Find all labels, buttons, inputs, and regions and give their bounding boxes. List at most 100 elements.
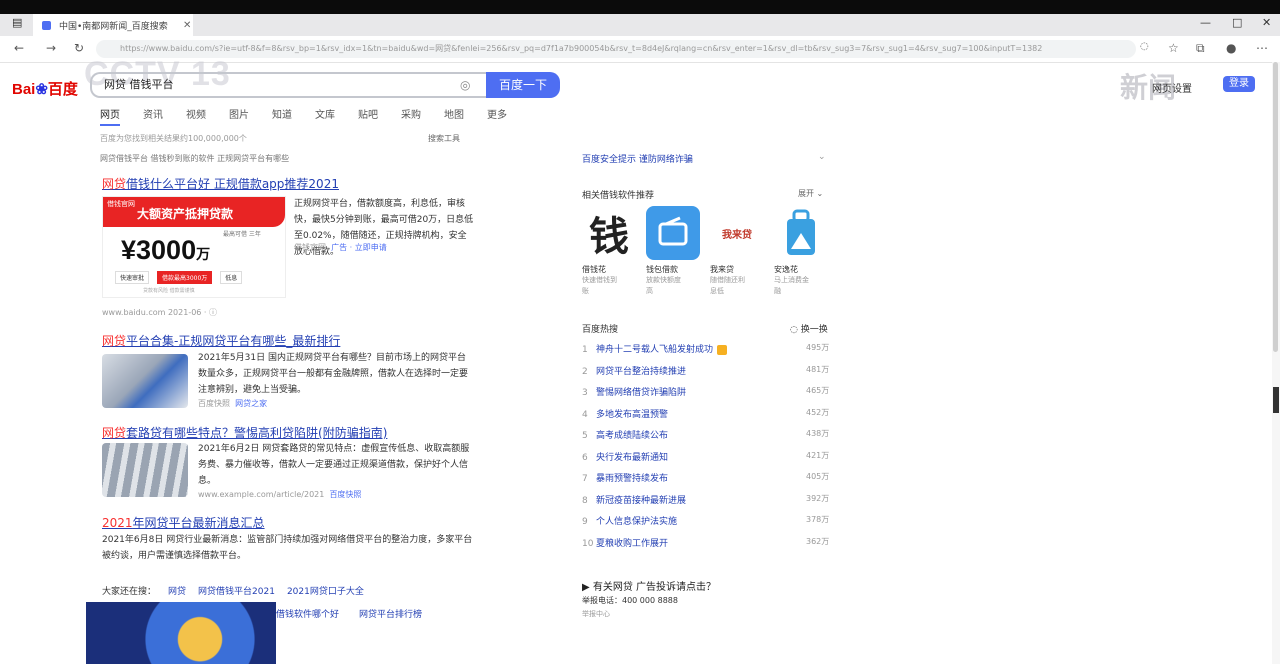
hot-text[interactable]: 新冠疫苗接种最新进展: [596, 496, 686, 506]
close-window-icon[interactable]: ✕: [1262, 16, 1271, 29]
hot-search-item[interactable]: 4 多地发布高温预警: [582, 407, 668, 420]
apps-heading: 相关借钱软件推荐: [582, 191, 655, 201]
tab-news[interactable]: 资讯: [143, 106, 163, 126]
search-tools-button[interactable]: 搜索工具: [428, 133, 460, 144]
feedback-small[interactable]: 举报中心: [582, 609, 610, 619]
result-meta: www.example.com/article/2021 百度快照: [198, 490, 362, 499]
feedback-title[interactable]: ▶ 有关网贷 广告投诉请点击？: [582, 578, 716, 593]
tab-images[interactable]: 图片: [229, 106, 249, 126]
tab-caigou[interactable]: 采购: [401, 106, 421, 126]
hot-text[interactable]: 夏粮收购工作展开: [596, 539, 668, 549]
security-notice[interactable]: 百度安全提示 谨防网络诈骗: [582, 152, 693, 165]
hot-text[interactable]: 高考成绩陆续公布: [596, 431, 668, 441]
hot-text[interactable]: 暴雨预警持续发布: [596, 474, 668, 484]
scrollbar-marker: [1273, 387, 1279, 413]
forward-icon[interactable]: →: [46, 41, 56, 55]
app-card[interactable]: 钱包借款 放款快额度 高: [646, 206, 700, 297]
search-subnav: 网页 资讯 视频 图片 知道 文库 贴吧 采购 地图 更多: [100, 106, 507, 126]
chevron-down-icon[interactable]: ⌄: [818, 152, 826, 162]
tab-more[interactable]: 更多: [487, 106, 507, 126]
maximize-icon[interactable]: □: [1232, 16, 1242, 29]
app-name: 我来贷: [710, 265, 734, 274]
related-search-item[interactable]: 2021网贷口子大全: [287, 584, 364, 597]
related-search-item[interactable]: 网贷平台排行榜: [359, 607, 422, 620]
result-title[interactable]: 网贷平台合集-正规网贷平台有哪些_最新排行: [102, 332, 340, 349]
minimize-icon[interactable]: —: [1200, 16, 1211, 29]
related-search-item[interactable]: 网贷借钱平台2021: [198, 584, 275, 597]
favorites-icon[interactable]: ☆: [1168, 41, 1179, 55]
hot-search-item[interactable]: 2 网贷平台整治持续推进: [582, 364, 686, 377]
tab-video[interactable]: 视频: [186, 106, 206, 126]
hot-search-item[interactable]: 6 央行发布最新通知: [582, 450, 668, 463]
result-title[interactable]: 网贷套路贷有哪些特点？警惕高利贷陷阱(附防骗指南): [102, 424, 387, 441]
hot-search-item[interactable]: 3 警惕网络借贷诈骗陷阱: [582, 385, 686, 398]
scrollbar-thumb[interactable]: [1273, 62, 1278, 352]
hot-search-item[interactable]: 9 个人信息保护法实施: [582, 514, 677, 527]
hot-text[interactable]: 个人信息保护法实施: [596, 517, 677, 527]
hot-search-item[interactable]: 10 夏粮收购工作展开: [582, 536, 668, 549]
tab-web[interactable]: 网页: [100, 106, 120, 126]
result-meta-link[interactable]: 广告 · 立即申请: [331, 243, 387, 252]
tab-wenku[interactable]: 文库: [315, 106, 335, 126]
tab-zhidao[interactable]: 知道: [272, 106, 292, 126]
hot-value: 438万: [806, 429, 830, 438]
address-bar[interactable]: https://www.baidu.com/s?ie=utf-8&f=8&rsv…: [96, 40, 1136, 58]
apps-expand-button[interactable]: 展开 ⌄: [798, 188, 823, 199]
app-desc: 高: [646, 287, 653, 295]
app-desc: 快速借钱到: [582, 276, 617, 284]
result-meta: 借钱官网 广告 · 立即申请: [294, 243, 387, 252]
tab-actions-icon[interactable]: ▤: [12, 16, 22, 29]
hot-text[interactable]: 警惕网络借贷诈骗陷阱: [596, 388, 686, 398]
hot-rank: 9: [582, 517, 588, 527]
hot-text[interactable]: 多地发布高温预警: [596, 410, 668, 420]
collections-icon[interactable]: ⧉: [1196, 41, 1205, 56]
hot-search-item[interactable]: 1 神舟十二号载人飞船发射成功: [582, 342, 728, 355]
result-title[interactable]: 网贷借钱什么平台好 正规借款app推荐2021: [102, 175, 339, 192]
browser-tab[interactable]: 中国•南都网新闻_百度搜索 ✕: [33, 14, 193, 36]
app-name: 钱包借款: [646, 265, 678, 274]
app-desc: 账: [582, 287, 589, 295]
hot-rank: 10: [582, 538, 594, 549]
result-source: www.baidu.com 2021-06 · ⓘ: [102, 308, 218, 317]
result-title[interactable]: 2021年网贷平台最新消息汇总: [102, 514, 265, 531]
reading-view-icon[interactable]: ◌: [1140, 41, 1149, 52]
hot-text[interactable]: 央行发布最新通知: [596, 453, 668, 463]
result-thumbnail[interactable]: [102, 443, 188, 497]
login-button[interactable]: 登录: [1223, 76, 1255, 92]
search-button[interactable]: 百度一下: [486, 72, 560, 98]
settings-link[interactable]: 网页设置: [1152, 80, 1192, 95]
hot-search-item[interactable]: 5 高考成绩陆续公布: [582, 428, 668, 441]
app-name: 借钱花: [582, 265, 606, 274]
scrollbar[interactable]: [1272, 62, 1280, 664]
result-thumbnail[interactable]: [102, 354, 188, 408]
related-search-item[interactable]: 网贷: [168, 584, 186, 597]
hot-search-item[interactable]: 7 暴雨预警持续发布: [582, 471, 668, 484]
app-card[interactable]: 安逸花 马上消费金 融: [774, 206, 828, 297]
hot-refresh-button[interactable]: ◌ 换一换: [790, 322, 828, 335]
related-search-item[interactable]: 借钱软件哪个好: [276, 607, 339, 620]
result-meta-link[interactable]: 百度快照: [329, 490, 361, 499]
search-input[interactable]: 网贷 借钱平台: [90, 72, 490, 98]
loan-ad-image[interactable]: 借钱官网 大额资产抵押贷款 最高可借 三年 ¥3000万 快速审批 借款最高300…: [102, 196, 286, 298]
baidu-logo[interactable]: Bai❀百度: [12, 78, 78, 99]
tab-map[interactable]: 地图: [444, 106, 464, 126]
related-row[interactable]: 网贷借钱平台 借钱秒到账的软件 正规网贷平台有哪些: [100, 153, 289, 164]
tab-close-icon[interactable]: ✕: [183, 20, 191, 31]
back-icon[interactable]: ←: [14, 41, 24, 55]
result-snippet: 2021年6月2日 网贷套路贷的常见特点：虚假宣传低息、收取高额服务费、暴力催收…: [198, 444, 470, 486]
result-count: 百度为您找到相关结果约100,000,000个: [100, 134, 247, 143]
app-card[interactable]: 钱 借钱花 快速借钱到 账: [582, 206, 636, 297]
refresh-icon[interactable]: ↻: [74, 41, 84, 55]
video-thumbnail[interactable]: [86, 602, 276, 664]
profile-icon[interactable]: ●: [1226, 41, 1236, 55]
more-icon[interactable]: ⋯: [1256, 41, 1268, 55]
hot-search-item[interactable]: 8 新冠疫苗接种最新进展: [582, 493, 686, 506]
related-searches-2: 借钱软件哪个好 网贷平台排行榜: [276, 607, 422, 620]
hot-text[interactable]: 神舟十二号载人飞船发射成功: [596, 345, 713, 355]
wolaidai-icon: 我来贷: [722, 229, 752, 241]
app-card[interactable]: 我来贷 我来贷 随借随还利 息低: [710, 206, 764, 297]
tab-tieba[interactable]: 贴吧: [358, 106, 378, 126]
camera-icon[interactable]: ◎: [460, 78, 470, 92]
hot-text[interactable]: 网贷平台整治持续推进: [596, 367, 686, 377]
result-meta-link[interactable]: 网贷之家: [235, 399, 267, 408]
